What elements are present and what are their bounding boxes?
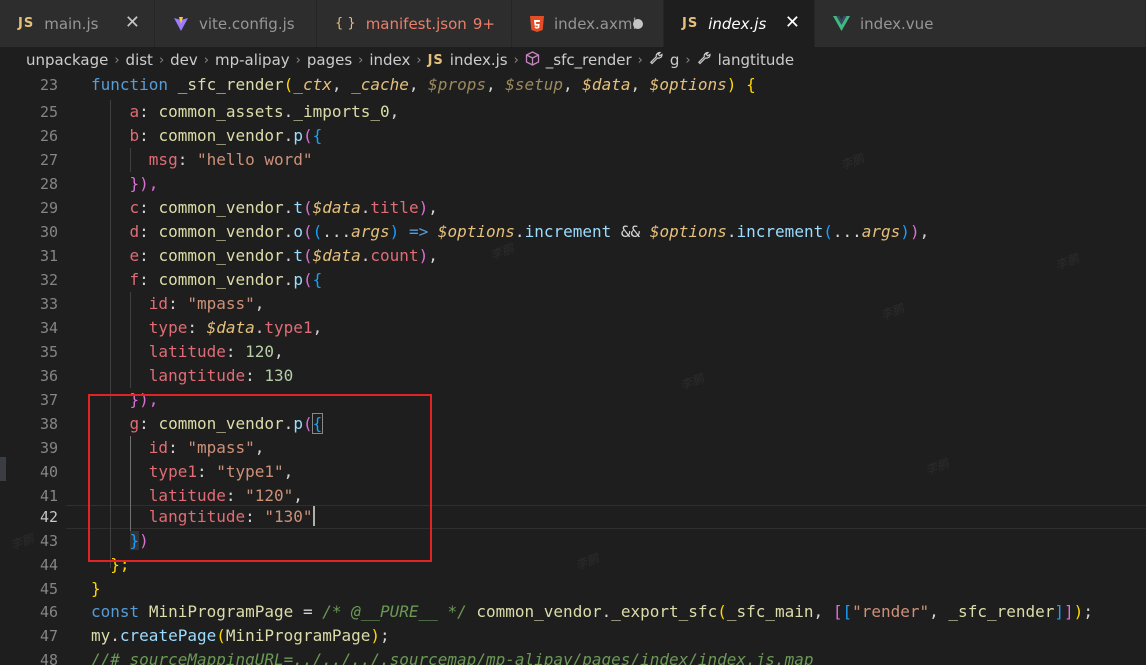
breadcrumb-item[interactable]: unpackage [26,51,108,69]
code-line-25: a: common_assets._imports_0, [129,102,400,121]
code-line-27: msg: "hello word" [148,150,313,169]
line-number: 44 [39,556,58,574]
breadcrumb-item-symbol[interactable]: langtitude [697,51,795,70]
chevron-right-icon: › [685,52,691,68]
line-number: 28 [39,175,58,193]
breadcrumb-item-symbol[interactable]: g [649,51,680,70]
code-line-31: e: common_vendor.t($data.count), [129,246,438,265]
line-number: 36 [39,367,58,385]
breadcrumb-item-symbol[interactable]: _sfc_render [525,50,632,70]
line-number: 30 [39,223,58,241]
line-number: 26 [39,127,58,145]
breadcrumb-item[interactable]: index [369,51,410,69]
line-number: 23 [39,76,58,94]
chevron-right-icon: › [637,52,643,68]
code-line-46: const MiniProgramPage = /* @__PURE__ */ … [91,602,1093,621]
line-number: 35 [39,343,58,361]
cube-icon [525,50,540,70]
breadcrumb-item[interactable]: dist [126,51,153,69]
line-number: 29 [39,199,58,217]
code-line-33: id: "mpass", [148,294,265,313]
code-line-29: c: common_vendor.t($data.title), [129,198,438,217]
tab-label: index.js [708,14,767,33]
tab-label: main.js [44,14,99,33]
tab-index-js[interactable]: JS index.js ✕ [664,0,815,47]
breadcrumb-label: g [669,51,680,69]
line-number: 47 [39,627,58,645]
breadcrumb-label: langtitude [717,51,795,69]
javascript-file-icon: JS [18,16,35,31]
chevron-right-icon: › [158,52,165,68]
tab-index-vue[interactable]: index.vue [815,0,1146,47]
wrench-icon [649,51,664,70]
chevron-right-icon: › [358,52,364,68]
line-number: 27 [39,151,58,169]
line-number: 31 [39,247,58,265]
breadcrumb-label: index.js [449,51,508,69]
code-area[interactable]: function _sfc_render(_ctx, _cache, $prop… [91,73,1146,665]
tab-bar: JS main.js ✕ vite.config.js { } manifest… [0,0,1146,47]
code-line-36: langtitude: 130 [148,366,294,385]
line-number: 33 [39,295,58,313]
line-number: 34 [39,319,58,337]
line-number: 37 [39,391,58,409]
vue-icon [833,16,850,31]
code-line-32: f: common_vendor.p({ [129,270,323,289]
chevron-right-icon: › [295,52,301,68]
chevron-right-icon: › [416,52,422,68]
line-number: 32 [39,271,58,289]
code-line-28: }), [129,174,159,193]
line-number: 46 [39,603,58,621]
code-editor[interactable]: 23 25 26 27 28 29 30 31 32 33 34 35 36 3… [0,73,1146,665]
code-line-34: type: $data.type1, [148,318,323,337]
breadcrumb-item[interactable]: dev [170,51,198,69]
tab-index-axml[interactable]: index.axml [512,0,664,47]
line-number-gutter: 23 25 26 27 28 29 30 31 32 33 34 35 36 3… [0,73,66,665]
code-line-45: } [91,579,101,598]
line-number: 43 [39,532,58,550]
code-line-47: my.createPage(MiniProgramPage); [91,626,390,645]
breadcrumb-item[interactable]: mp-alipay [215,51,290,69]
code-line-23: function _sfc_render(_ctx, _cache, $prop… [91,75,756,94]
code-line-35: latitude: 120, [148,342,284,361]
line-number-current: 42 [39,508,58,526]
close-icon[interactable]: ✕ [125,13,140,33]
tab-main-js[interactable]: JS main.js ✕ [0,0,155,47]
chevron-right-icon: › [203,52,209,68]
tab-label: index.axml [554,14,637,33]
javascript-file-icon: JS [682,16,699,31]
highlight-annotation-box [88,394,432,562]
vite-icon [173,16,189,32]
wrench-icon [697,51,712,70]
line-number: 40 [39,463,58,481]
tab-label: manifest.json [365,14,467,33]
json-file-icon: { } [335,16,356,31]
line-number: 38 [39,415,58,433]
tab-vite-config[interactable]: vite.config.js [155,0,317,47]
breadcrumb: unpackage › dist › dev › mp-alipay › pag… [0,47,1146,73]
breadcrumb-item-file[interactable]: JS index.js [428,51,508,69]
breadcrumb-item[interactable]: pages [307,51,352,69]
code-line-48: //# sourceMappingURL=../../../.sourcemap… [91,650,814,665]
problems-badge: 9+ [472,14,495,33]
chevron-right-icon: › [114,52,120,68]
code-line-30: d: common_vendor.o((...args) => $options… [129,222,930,241]
code-line-26: b: common_vendor.p({ [129,126,323,145]
chevron-right-icon: › [513,52,519,68]
close-icon[interactable]: ✕ [785,13,800,33]
unsaved-dot-icon[interactable] [633,19,643,29]
tab-manifest-json[interactable]: { } manifest.json 9+ [317,0,512,47]
tab-label: vite.config.js [199,14,295,33]
line-number: 39 [39,439,58,457]
breadcrumb-label: _sfc_render [545,51,632,69]
html5-icon [530,15,544,32]
line-number: 25 [39,103,58,121]
line-number: 48 [39,651,58,665]
javascript-file-icon: JS [427,52,444,68]
tab-label: index.vue [860,14,934,33]
line-number: 45 [39,580,58,598]
